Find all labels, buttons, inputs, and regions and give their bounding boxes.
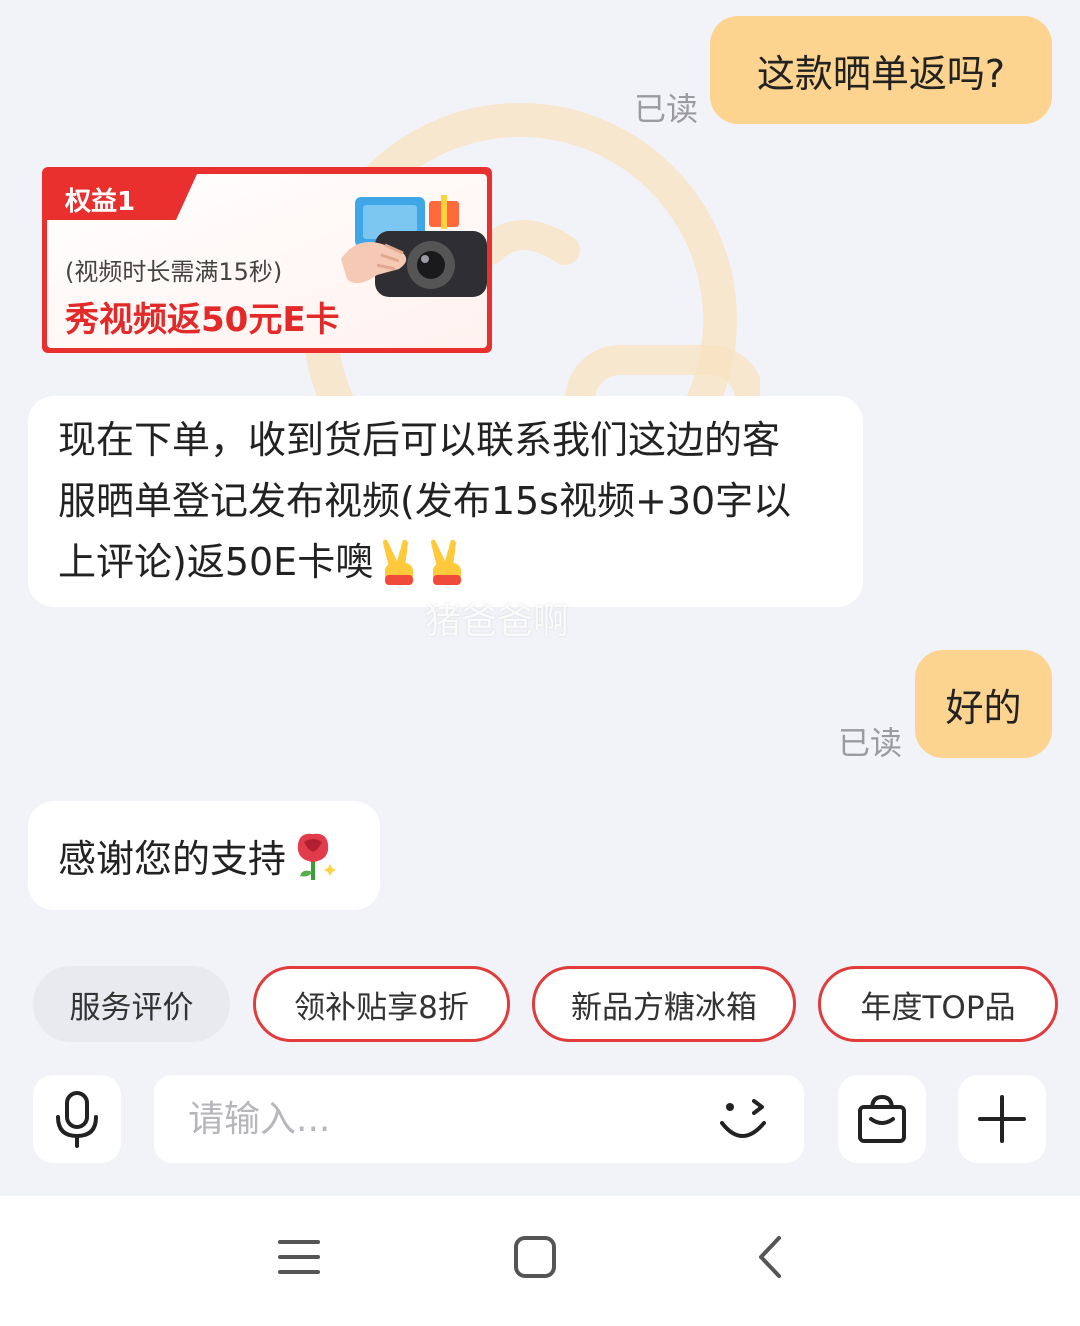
message-input[interactable] [188,1089,708,1149]
outgoing-message: 这款晒单返吗? [710,16,1052,124]
menu-icon [278,1240,320,1274]
system-nav-bar [0,1196,1080,1326]
promo-card-body: 权益1 (视频时长需满15秒) 秀视频返50元E卡 [47,174,487,348]
incoming-message: 感谢您的支持 [28,801,380,910]
incoming-message: 现在下单，收到货后可以联系我们这边的客 服晒单登记发布视频(发布15s视频+30… [28,396,863,607]
more-button[interactable] [958,1075,1046,1163]
input-bar [0,1066,1080,1196]
victory-hand-emoji [431,539,462,585]
chip-new-fridge[interactable]: 新品方糖冰箱 [532,966,796,1042]
menu-button[interactable] [259,1224,339,1290]
promo-headline: 秀视频返50元E卡 [65,300,340,340]
victory-hand-emoji [383,539,414,585]
plus-icon [978,1095,1026,1143]
watermark-text: 猪爸爸啊 [425,601,570,642]
message-line: 上评论)返50E卡噢 [58,540,374,584]
promo-card[interactable]: 权益1 (视频时长需满15秒) 秀视频返50元E卡 [42,167,492,353]
read-receipt: 已读 [634,90,699,128]
back-icon [759,1236,781,1278]
voice-button[interactable] [33,1075,121,1163]
message-text: 感谢您的支持 [58,837,287,881]
chip-service-rating[interactable]: 服务评价 [33,966,230,1042]
message-line-row: 上评论)返50E卡噢 [58,532,863,593]
chip-subsidy-discount[interactable]: 领补贴享8折 [253,966,510,1042]
shopping-bag-icon [858,1094,906,1143]
home-icon [514,1236,556,1278]
shop-button[interactable] [838,1075,926,1163]
promo-note: (视频时长需满15秒) [65,258,283,286]
home-button[interactable] [495,1224,575,1290]
message-text: 这款晒单返吗? [756,51,1006,96]
read-receipt: 已读 [838,724,903,762]
microphone-icon [56,1091,98,1148]
emoji-wink-icon[interactable] [716,1095,772,1145]
camera-icon [341,195,487,297]
message-line: 现在下单，收到货后可以联系我们这边的客 [58,418,781,462]
message-line: 服晒单登记发布视频(发布15s视频+30字以 [58,479,792,523]
promo-tag-label: 权益1 [65,187,136,217]
rose-emoji [297,833,337,880]
back-button[interactable] [730,1224,810,1290]
message-input-box[interactable] [154,1075,804,1163]
message-text: 好的 [945,685,1022,730]
chip-top-products[interactable]: 年度TOP品 [818,966,1058,1042]
outgoing-message: 好的 [915,650,1052,758]
